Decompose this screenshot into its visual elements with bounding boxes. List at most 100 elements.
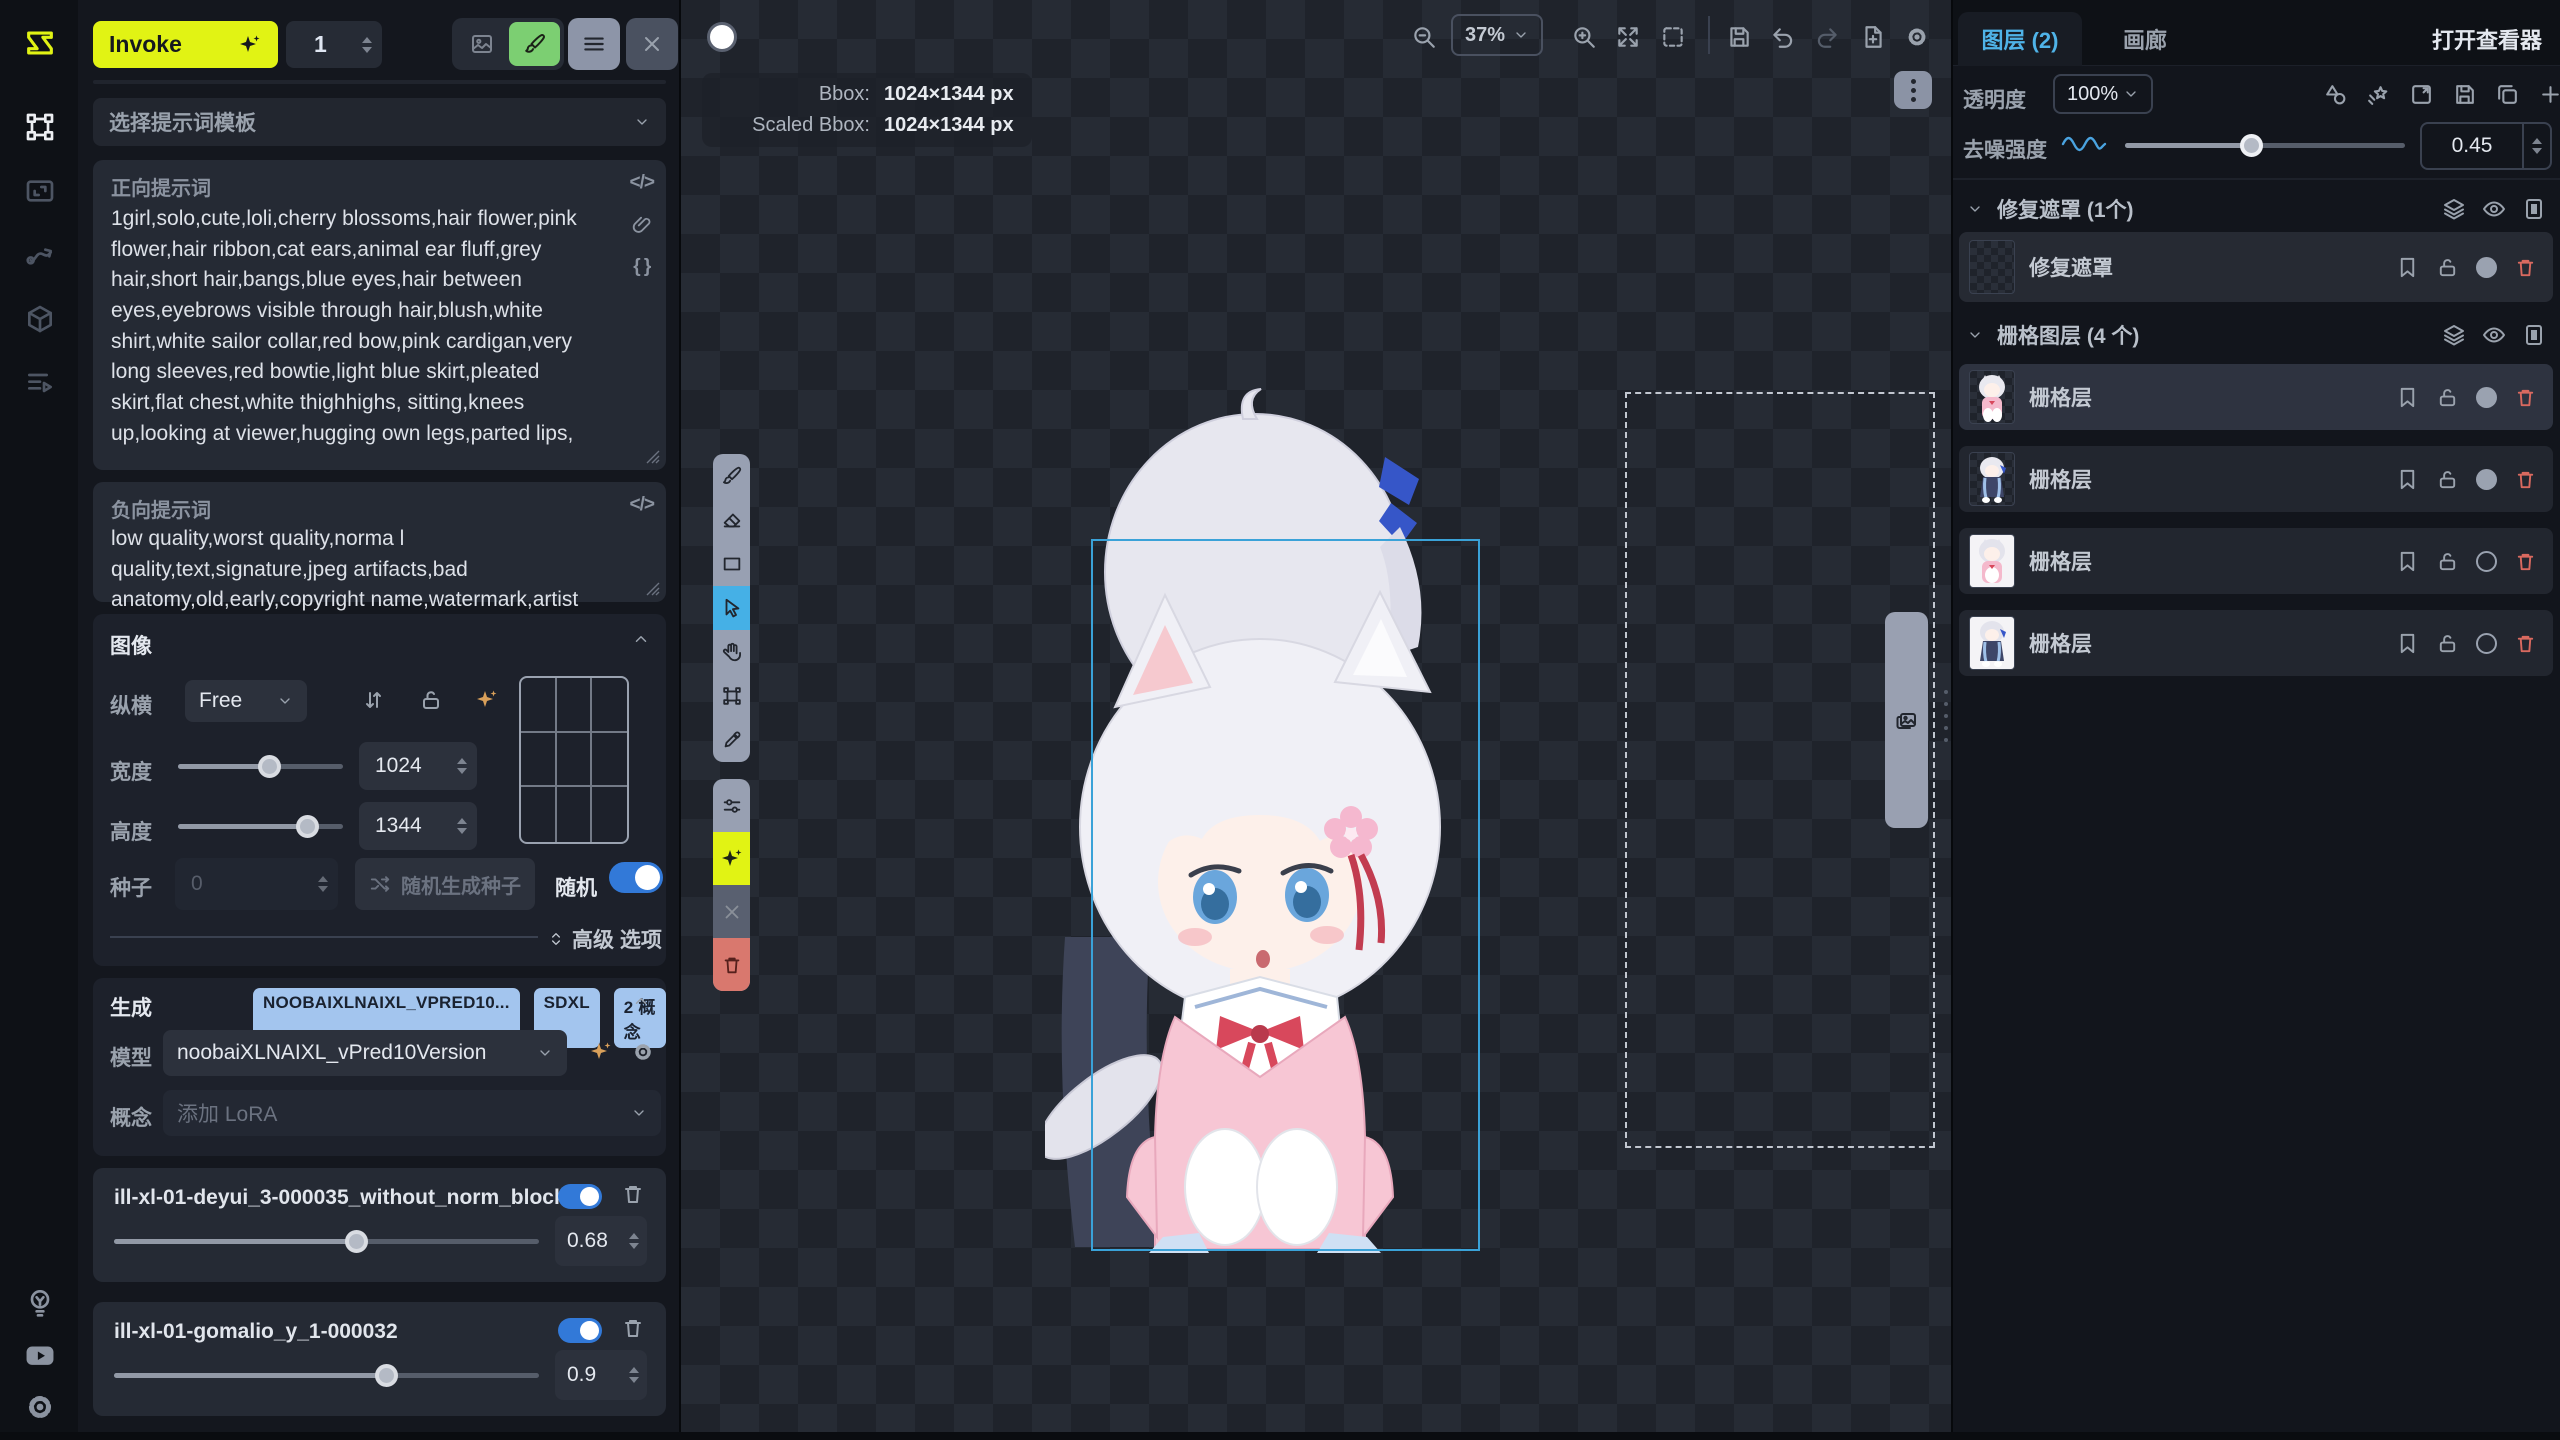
negative-prompt-box[interactable]: 负向提示词 low quality,worst quality,norma l … — [93, 482, 666, 602]
lock-icon[interactable] — [2436, 386, 2459, 409]
lora-enabled-toggle[interactable] — [558, 1318, 602, 1343]
aspect-dropdown[interactable]: Free — [185, 680, 307, 722]
resize-handle-icon[interactable] — [646, 450, 660, 464]
lora-delete-icon[interactable] — [621, 1182, 645, 1206]
rect-tool[interactable] — [713, 542, 750, 586]
youtube-icon[interactable] — [21, 1336, 59, 1374]
code-toggle-icon[interactable]: </> — [630, 172, 654, 194]
settings-gear-icon[interactable] — [21, 1388, 59, 1426]
select-tool[interactable] — [713, 586, 750, 630]
add-lora-dropdown[interactable]: 添加 LoRA — [163, 1090, 661, 1136]
layer-enabled-indicator[interactable] — [2476, 551, 2497, 572]
zoom-level-dropdown[interactable]: 37% — [1451, 14, 1543, 56]
mask-group-header[interactable]: 修复遮罩 (1个) — [1953, 188, 2560, 230]
layer-enabled-indicator[interactable] — [2476, 257, 2497, 278]
eraser-tool[interactable] — [713, 498, 750, 542]
bookmark-icon[interactable] — [2396, 632, 2419, 655]
delete-layer-icon[interactable] — [2514, 550, 2537, 573]
width-input[interactable]: 1024 — [359, 742, 477, 790]
bookmark-icon[interactable] — [2396, 256, 2419, 279]
layer-enabled-indicator[interactable] — [2476, 469, 2497, 490]
delete-layer-icon[interactable] — [2514, 256, 2537, 279]
seed-input[interactable]: 0 — [175, 858, 338, 910]
layer-row-inpaint-mask[interactable]: 修复遮罩 — [1959, 232, 2553, 302]
close-panel-button[interactable] — [626, 18, 678, 70]
tab-layers[interactable]: 图层 (2) — [1958, 12, 2082, 66]
invoke-sparkle-tool[interactable] — [713, 832, 750, 885]
queue-steppers[interactable] — [362, 37, 372, 53]
layer-row-raster[interactable]: 栅格层 — [1959, 446, 2553, 512]
height-slider[interactable] — [178, 815, 343, 837]
braces-icon[interactable]: { } — [633, 256, 650, 278]
redo-button[interactable] — [1814, 24, 1840, 50]
opacity-dropdown[interactable]: 100% — [2053, 74, 2153, 114]
shooting-star-icon[interactable] — [2366, 82, 2391, 107]
tips-lightbulb-icon[interactable] — [21, 1283, 59, 1321]
bookmark-icon[interactable] — [2396, 550, 2419, 573]
delete-layer-icon[interactable] — [2514, 386, 2537, 409]
gallery-drawer-handle[interactable] — [1885, 612, 1928, 828]
width-slider[interactable] — [178, 755, 343, 777]
layer-enabled-indicator[interactable] — [2476, 387, 2497, 408]
positive-prompt-text[interactable]: 1girl,solo,cute,loli,cherry blossoms,hai… — [111, 204, 611, 449]
brush-mode-button[interactable] — [509, 22, 560, 66]
layers-icon[interactable] — [2442, 323, 2466, 347]
layer-row-raster[interactable]: 栅格层 — [1959, 528, 2553, 594]
model-settings-gear-icon[interactable] — [631, 1040, 655, 1064]
paperclip-icon[interactable] — [631, 214, 653, 236]
lora-weight-input[interactable]: 0.68 — [555, 1216, 647, 1266]
layer-enabled-indicator[interactable] — [2476, 633, 2497, 654]
fit-bbox-button[interactable] — [1660, 24, 1686, 50]
lora-weight-slider[interactable] — [114, 1230, 539, 1252]
eye-icon[interactable] — [2482, 197, 2506, 221]
canvas-menu-kebab-button[interactable] — [1894, 71, 1932, 109]
code-toggle-icon[interactable]: </> — [630, 494, 654, 516]
tab-gallery[interactable]: 画廊 — [2123, 12, 2167, 66]
zoom-out-button[interactable] — [1411, 24, 1437, 50]
transform-tool[interactable] — [713, 674, 750, 718]
mask-frame-icon[interactable] — [2522, 323, 2546, 347]
random-seed-toggle[interactable] — [609, 862, 663, 893]
collapse-chevron-icon[interactable] — [632, 630, 650, 648]
sidebar-item-models[interactable] — [21, 300, 59, 338]
delete-layer-icon[interactable] — [2514, 632, 2537, 655]
model-sparkle-icon[interactable] — [589, 1040, 613, 1069]
new-canvas-button[interactable] — [1860, 24, 1886, 50]
undo-button[interactable] — [1770, 24, 1796, 50]
zoom-in-button[interactable] — [1571, 24, 1597, 50]
save-layer-icon[interactable] — [2452, 82, 2477, 107]
duplicate-layer-icon[interactable] — [2495, 82, 2520, 107]
add-layer-icon[interactable] — [2538, 82, 2560, 107]
optimize-size-sparkle-icon[interactable] — [475, 688, 499, 717]
bookmark-icon[interactable] — [2396, 386, 2419, 409]
sidebar-item-canvas[interactable] — [21, 108, 59, 146]
scale-frame-icon[interactable] — [2409, 82, 2434, 107]
denoise-input[interactable]: 0.45 — [2420, 122, 2552, 170]
resize-handle-icon[interactable] — [646, 582, 660, 596]
collapse-chevron-icon[interactable] — [632, 992, 650, 1010]
canvas-workspace[interactable]: Bbox: 1024×1344 px Scaled Bbox: 1024×134… — [681, 0, 1953, 1432]
lock-icon[interactable] — [2436, 468, 2459, 491]
layers-icon[interactable] — [2442, 197, 2466, 221]
model-dropdown[interactable]: noobaiXLNAIXL_vPred10Version — [163, 1030, 567, 1076]
delete-layer-icon[interactable] — [2514, 468, 2537, 491]
fit-to-view-button[interactable] — [1615, 24, 1641, 50]
hand-tool[interactable] — [713, 630, 750, 674]
shapes-icon[interactable] — [2323, 82, 2348, 107]
lock-aspect-icon[interactable] — [419, 688, 443, 712]
gallery-mode-button[interactable] — [456, 22, 507, 66]
cancel-tool[interactable] — [713, 885, 750, 938]
lora-delete-icon[interactable] — [621, 1316, 645, 1340]
sidebar-item-viewer[interactable] — [21, 172, 59, 210]
positive-prompt-box[interactable]: 正向提示词 1girl,solo,cute,loli,cherry blosso… — [93, 160, 666, 470]
lora-weight-slider[interactable] — [114, 1364, 539, 1386]
open-viewer-button[interactable]: 打开查看器 — [2432, 12, 2542, 66]
sidebar-item-workflows[interactable] — [21, 236, 59, 274]
filters-tool[interactable] — [713, 779, 750, 832]
generation-bbox[interactable] — [1091, 539, 1480, 1251]
eye-icon[interactable] — [2482, 323, 2506, 347]
denoise-steppers[interactable] — [2522, 124, 2550, 168]
lora-weight-input[interactable]: 0.9 — [555, 1350, 647, 1400]
canvas-settings-gear-icon[interactable] — [1904, 24, 1930, 50]
color-swatch[interactable] — [707, 22, 737, 52]
